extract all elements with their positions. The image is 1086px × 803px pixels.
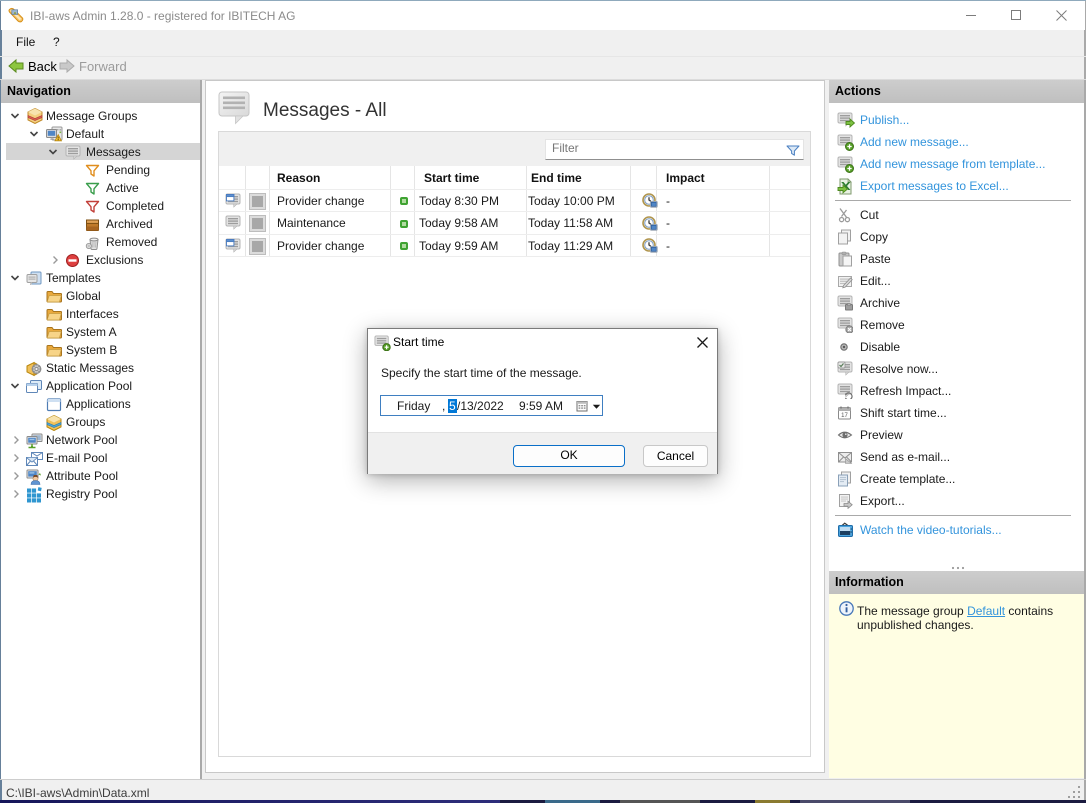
svg-text:17: 17 [841,413,848,419]
